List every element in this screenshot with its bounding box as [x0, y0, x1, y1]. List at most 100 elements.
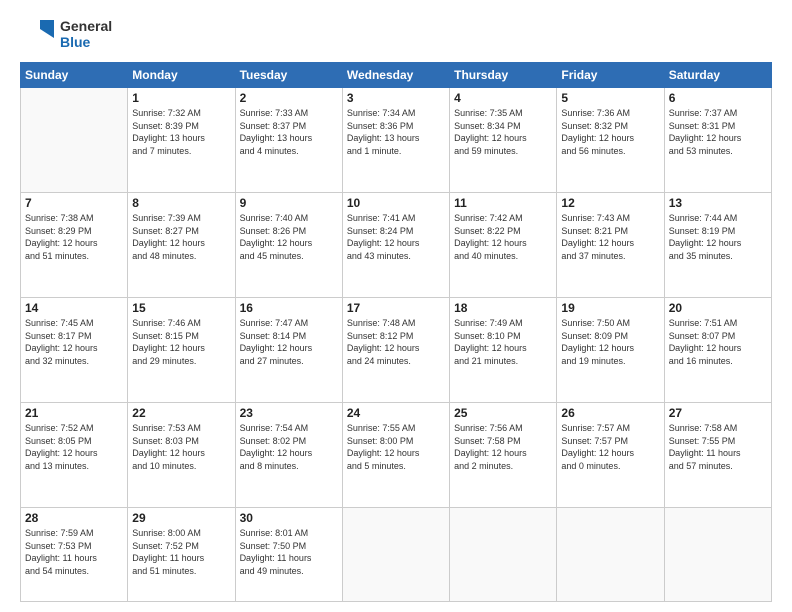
week-row-1: 1Sunrise: 7:32 AM Sunset: 8:39 PM Daylig… [21, 88, 772, 193]
calendar-cell: 24Sunrise: 7:55 AM Sunset: 8:00 PM Dayli… [342, 403, 449, 508]
calendar-cell: 11Sunrise: 7:42 AM Sunset: 8:22 PM Dayli… [450, 193, 557, 298]
day-number: 9 [240, 196, 338, 210]
weekday-thursday: Thursday [450, 63, 557, 88]
day-info: Sunrise: 7:43 AM Sunset: 8:21 PM Dayligh… [561, 212, 659, 262]
day-number: 13 [669, 196, 767, 210]
day-info: Sunrise: 8:01 AM Sunset: 7:50 PM Dayligh… [240, 527, 338, 577]
weekday-sunday: Sunday [21, 63, 128, 88]
calendar-cell: 4 Sunrise: 7:35 AM Sunset: 8:34 PM Daylig… [450, 88, 557, 193]
logo: GeneralBlue [20, 16, 112, 52]
day-info: Sunrise: 7:35 AM Sunset: 8:34 PM Dayligh… [454, 107, 552, 157]
weekday-saturday: Saturday [664, 63, 771, 88]
calendar-cell: 21 Sunrise: 7:52 AM Sunset: 8:05 PM Dayli… [21, 403, 128, 508]
weekday-friday: Friday [557, 63, 664, 88]
weekday-wednesday: Wednesday [342, 63, 449, 88]
calendar-cell: 22 Sunrise: 7:53 AM Sunset: 8:03 PM Dayli… [128, 403, 235, 508]
day-info: Sunrise: 7:41 AM Sunset: 8:24 PM Dayligh… [347, 212, 445, 262]
day-number: 23 [240, 406, 338, 420]
day-info: Sunrise: 7:56 AM Sunset: 7:58 PM Dayligh… [454, 422, 552, 472]
calendar-cell: 26 Sunrise: 7:57 AM Sunset: 7:57 PM Dayli… [557, 403, 664, 508]
day-info: Sunrise: 7:55 AM Sunset: 8:00 PM Dayligh… [347, 422, 445, 472]
calendar-cell: 25Sunrise: 7:56 AM Sunset: 7:58 PM Dayli… [450, 403, 557, 508]
calendar-cell: 18 Sunrise: 7:49 AM Sunset: 8:10 PM Dayli… [450, 298, 557, 403]
day-info: Sunrise: 7:47 AM Sunset: 8:14 PM Dayligh… [240, 317, 338, 367]
calendar-cell [342, 508, 449, 602]
day-info: Sunrise: 7:48 AM Sunset: 8:12 PM Dayligh… [347, 317, 445, 367]
day-number: 29 [132, 511, 230, 525]
calendar-cell [664, 508, 771, 602]
calendar-cell: 17 Sunrise: 7:48 AM Sunset: 8:12 PM Dayli… [342, 298, 449, 403]
day-number: 27 [669, 406, 767, 420]
day-info: Sunrise: 7:32 AM Sunset: 8:39 PM Dayligh… [132, 107, 230, 157]
day-number: 30 [240, 511, 338, 525]
weekday-header-row: SundayMondayTuesdayWednesdayThursdayFrid… [21, 63, 772, 88]
calendar-table: SundayMondayTuesdayWednesdayThursdayFrid… [20, 62, 772, 602]
calendar-cell: 14 Sunrise: 7:45 AM Sunset: 8:17 PM Dayli… [21, 298, 128, 403]
day-number: 2 [240, 91, 338, 105]
day-number: 28 [25, 511, 123, 525]
day-info: Sunrise: 7:37 AM Sunset: 8:31 PM Dayligh… [669, 107, 767, 157]
day-info: Sunrise: 7:45 AM Sunset: 8:17 PM Dayligh… [25, 317, 123, 367]
calendar-cell: 30 Sunrise: 8:01 AM Sunset: 7:50 PM Dayli… [235, 508, 342, 602]
calendar-cell: 2 Sunrise: 7:33 AM Sunset: 8:37 PM Daylig… [235, 88, 342, 193]
day-info: Sunrise: 7:38 AM Sunset: 8:29 PM Dayligh… [25, 212, 123, 262]
day-info: Sunrise: 7:36 AM Sunset: 8:32 PM Dayligh… [561, 107, 659, 157]
calendar-cell: 20 Sunrise: 7:51 AM Sunset: 8:07 PM Dayli… [664, 298, 771, 403]
day-info: Sunrise: 7:49 AM Sunset: 8:10 PM Dayligh… [454, 317, 552, 367]
calendar-cell: 3 Sunrise: 7:34 AM Sunset: 8:36 PM Daylig… [342, 88, 449, 193]
day-info: Sunrise: 7:59 AM Sunset: 7:53 PM Dayligh… [25, 527, 123, 577]
calendar-cell: 27Sunrise: 7:58 AM Sunset: 7:55 PM Dayli… [664, 403, 771, 508]
calendar-cell: 12 Sunrise: 7:43 AM Sunset: 8:21 PM Dayli… [557, 193, 664, 298]
calendar-cell: 29 Sunrise: 8:00 AM Sunset: 7:52 PM Dayli… [128, 508, 235, 602]
day-info: Sunrise: 8:00 AM Sunset: 7:52 PM Dayligh… [132, 527, 230, 577]
day-number: 17 [347, 301, 445, 315]
day-info: Sunrise: 7:51 AM Sunset: 8:07 PM Dayligh… [669, 317, 767, 367]
day-info: Sunrise: 7:52 AM Sunset: 8:05 PM Dayligh… [25, 422, 123, 472]
day-info: Sunrise: 7:39 AM Sunset: 8:27 PM Dayligh… [132, 212, 230, 262]
calendar-cell: 9 Sunrise: 7:40 AM Sunset: 8:26 PM Daylig… [235, 193, 342, 298]
day-info: Sunrise: 7:34 AM Sunset: 8:36 PM Dayligh… [347, 107, 445, 157]
day-number: 12 [561, 196, 659, 210]
day-number: 7 [25, 196, 123, 210]
day-info: Sunrise: 7:44 AM Sunset: 8:19 PM Dayligh… [669, 212, 767, 262]
day-info: Sunrise: 7:57 AM Sunset: 7:57 PM Dayligh… [561, 422, 659, 472]
calendar-cell: 19Sunrise: 7:50 AM Sunset: 8:09 PM Dayli… [557, 298, 664, 403]
day-number: 20 [669, 301, 767, 315]
calendar-cell: 23 Sunrise: 7:54 AM Sunset: 8:02 PM Dayli… [235, 403, 342, 508]
day-number: 22 [132, 406, 230, 420]
week-row-3: 14 Sunrise: 7:45 AM Sunset: 8:17 PM Dayli… [21, 298, 772, 403]
day-number: 15 [132, 301, 230, 315]
calendar-cell: 16 Sunrise: 7:47 AM Sunset: 8:14 PM Dayli… [235, 298, 342, 403]
weekday-tuesday: Tuesday [235, 63, 342, 88]
day-number: 3 [347, 91, 445, 105]
logo-blue: Blue [60, 34, 112, 50]
week-row-5: 28 Sunrise: 7:59 AM Sunset: 7:53 PM Dayli… [21, 508, 772, 602]
calendar-cell [21, 88, 128, 193]
day-number: 16 [240, 301, 338, 315]
logo-general: General [60, 18, 112, 34]
day-number: 26 [561, 406, 659, 420]
day-number: 5 [561, 91, 659, 105]
general-blue-logo-icon [20, 16, 56, 52]
day-info: Sunrise: 7:50 AM Sunset: 8:09 PM Dayligh… [561, 317, 659, 367]
header: GeneralBlue [20, 16, 772, 52]
calendar-cell: 10Sunrise: 7:41 AM Sunset: 8:24 PM Dayli… [342, 193, 449, 298]
week-row-2: 7 Sunrise: 7:38 AM Sunset: 8:29 PM Daylig… [21, 193, 772, 298]
calendar-cell: 28 Sunrise: 7:59 AM Sunset: 7:53 PM Dayli… [21, 508, 128, 602]
day-number: 18 [454, 301, 552, 315]
day-info: Sunrise: 7:53 AM Sunset: 8:03 PM Dayligh… [132, 422, 230, 472]
calendar-cell [450, 508, 557, 602]
day-number: 21 [25, 406, 123, 420]
calendar-cell [557, 508, 664, 602]
day-info: Sunrise: 7:42 AM Sunset: 8:22 PM Dayligh… [454, 212, 552, 262]
day-info: Sunrise: 7:40 AM Sunset: 8:26 PM Dayligh… [240, 212, 338, 262]
calendar-cell: 6Sunrise: 7:37 AM Sunset: 8:31 PM Daylig… [664, 88, 771, 193]
day-info: Sunrise: 7:33 AM Sunset: 8:37 PM Dayligh… [240, 107, 338, 157]
calendar-cell: 7 Sunrise: 7:38 AM Sunset: 8:29 PM Daylig… [21, 193, 128, 298]
calendar-cell: 8Sunrise: 7:39 AM Sunset: 8:27 PM Daylig… [128, 193, 235, 298]
day-number: 14 [25, 301, 123, 315]
week-row-4: 21 Sunrise: 7:52 AM Sunset: 8:05 PM Dayli… [21, 403, 772, 508]
day-number: 4 [454, 91, 552, 105]
calendar-cell: 15Sunrise: 7:46 AM Sunset: 8:15 PM Dayli… [128, 298, 235, 403]
day-info: Sunrise: 7:54 AM Sunset: 8:02 PM Dayligh… [240, 422, 338, 472]
